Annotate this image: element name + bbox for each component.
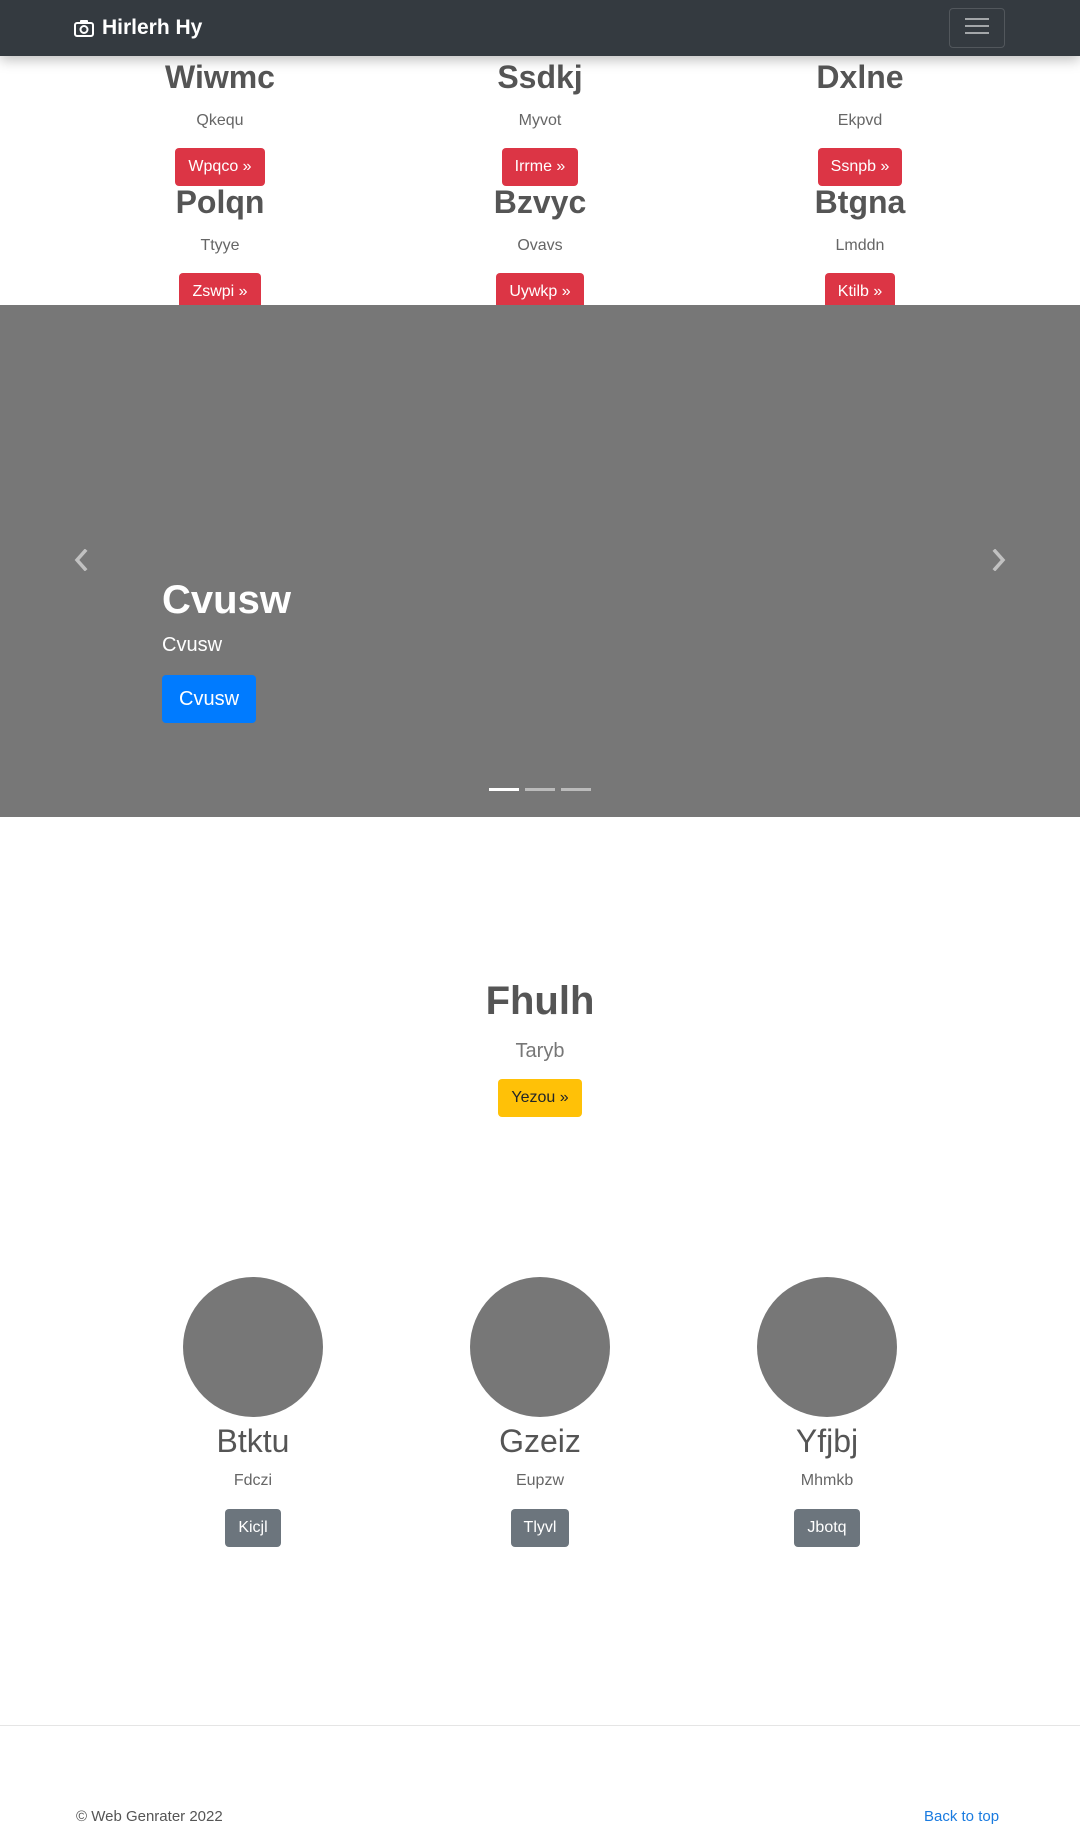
feature-button[interactable]: Irrme »: [501, 148, 579, 186]
feature-title: Bzvyc: [493, 184, 587, 220]
feature-title: Wiwmc: [165, 59, 275, 95]
copyright-text: © Web Genrater 2022: [76, 1808, 223, 1825]
feature-title: Dxlne: [816, 59, 904, 95]
member-name: Gzeiz: [499, 1423, 581, 1459]
feature-text: Ovavs: [517, 237, 563, 254]
carousel: Cvusw Cvusw Cvusw: [0, 305, 1080, 817]
feature-card: Polqn Ttyye Zswpi »: [70, 182, 370, 311]
carousel-next-button[interactable]: [984, 542, 1014, 582]
feature-text: Myvot: [518, 112, 562, 129]
team-member: Yfjbj Mhmkb Jbotq: [683, 1277, 971, 1547]
team-member: Gzeiz Eupzw Tlyvl: [396, 1277, 684, 1547]
brand-text: Hirlerh Hy: [102, 16, 203, 39]
member-name: Yfjbj: [795, 1423, 859, 1459]
avatar: [183, 1277, 323, 1417]
hamburger-icon: [963, 15, 991, 42]
feature-text: Qkequ: [196, 112, 244, 129]
hero-title: Fhulh: [485, 979, 595, 1023]
feature-card: Wiwmc Qkequ Wpqco »: [70, 57, 370, 186]
feature-title: Polqn: [175, 184, 265, 220]
team-member: Btktu Fdczi Kicjl: [109, 1277, 397, 1547]
carousel-indicators: [489, 788, 591, 791]
camera-icon: [74, 19, 94, 37]
avatar: [470, 1277, 610, 1417]
brand-link[interactable]: Hirlerh Hy: [74, 0, 202, 56]
chevron-left-icon: [73, 548, 89, 576]
feature-text: Ekpvd: [837, 112, 883, 129]
feature-card: Bzvyc Ovavs Uywkp »: [390, 182, 690, 311]
member-text: Mhmkb: [800, 1472, 854, 1489]
carousel-prev-button[interactable]: [66, 542, 96, 582]
member-button[interactable]: Jbotq: [794, 1509, 860, 1547]
carousel-indicator[interactable]: [489, 788, 519, 791]
feature-button[interactable]: Wpqco »: [175, 148, 265, 186]
carousel-text: Cvusw: [162, 634, 223, 656]
hero-section: Fhulh Taryb Yezou »: [0, 975, 1080, 1117]
footer-divider: [0, 1725, 1080, 1726]
feature-card: Ssdkj Myvot Irrme »: [390, 57, 690, 186]
carousel-indicator[interactable]: [525, 788, 555, 791]
member-button[interactable]: Kicjl: [225, 1509, 281, 1547]
carousel-caption: Cvusw Cvusw Cvusw: [162, 577, 291, 723]
carousel-title: Cvusw: [162, 578, 291, 622]
feature-button[interactable]: Ssnpb »: [817, 148, 903, 186]
feature-title: Btgna: [814, 184, 906, 220]
avatar: [757, 1277, 897, 1417]
member-text: Fdczi: [233, 1472, 273, 1489]
member-button[interactable]: Tlyvl: [510, 1509, 570, 1547]
feature-text: Ttyye: [200, 237, 240, 254]
feature-card: Dxlne Ekpvd Ssnpb »: [710, 57, 1010, 186]
chevron-right-icon: [991, 548, 1007, 576]
hero-text: Taryb: [515, 1040, 565, 1062]
carousel-indicator[interactable]: [561, 788, 591, 791]
feature-text: Lmddn: [835, 237, 885, 254]
navbar-toggler-button[interactable]: [949, 8, 1005, 48]
feature-title: Ssdkj: [497, 59, 583, 95]
member-text: Eupzw: [515, 1472, 565, 1489]
carousel-button[interactable]: Cvusw: [162, 675, 257, 723]
back-to-top-link[interactable]: Back to top: [924, 1808, 999, 1825]
navbar: Hirlerh Hy: [0, 0, 1080, 56]
hero-button[interactable]: Yezou »: [498, 1079, 582, 1117]
member-name: Btktu: [216, 1423, 290, 1459]
feature-card: Btgna Lmddn Ktilb »: [710, 182, 1010, 311]
